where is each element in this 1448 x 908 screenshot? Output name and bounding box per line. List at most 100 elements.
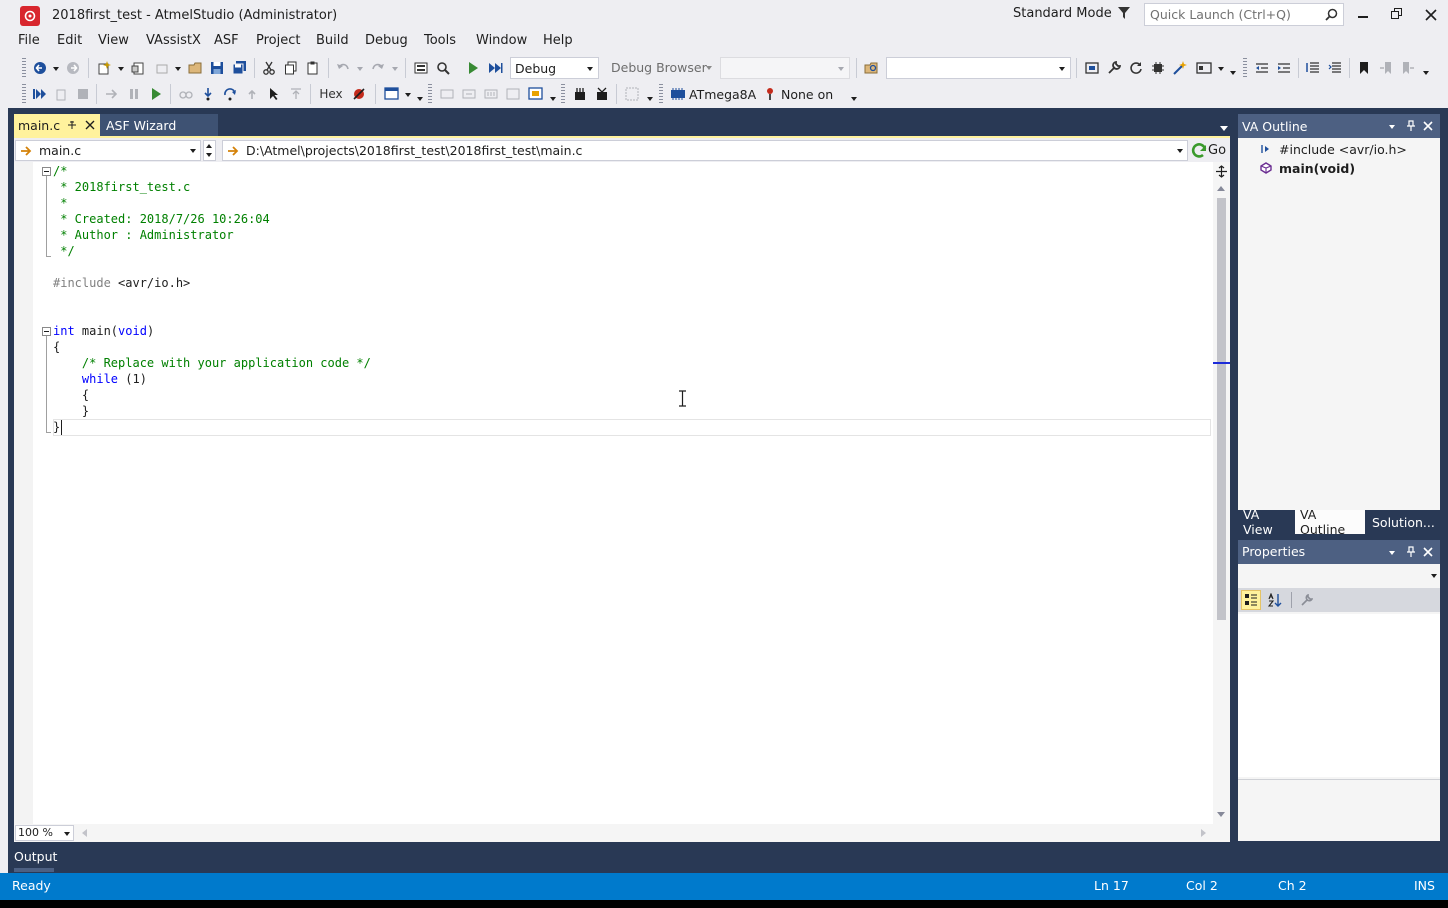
step-out-icon[interactable] — [244, 84, 260, 104]
code-line[interactable]: } — [53, 403, 89, 419]
display-icon[interactable] — [527, 84, 545, 104]
code-line[interactable]: /* Replace with your application code */ — [53, 355, 371, 371]
menu-file[interactable]: File — [18, 33, 40, 48]
toolbar-grip[interactable] — [561, 84, 565, 104]
menu-project[interactable]: Project — [256, 33, 300, 48]
code-line[interactable]: */ — [53, 243, 74, 259]
toolbar-overflow-icon[interactable] — [1423, 71, 1429, 75]
undo-icon[interactable] — [335, 58, 351, 78]
attach-icon[interactable] — [53, 84, 69, 104]
run-icon[interactable] — [148, 84, 164, 104]
panel-menu-icon[interactable] — [1389, 125, 1395, 129]
new-dropdown-icon[interactable] — [118, 67, 124, 71]
chip-icon[interactable] — [1150, 58, 1166, 78]
tool-selector[interactable]: None on — [765, 84, 843, 104]
comment-icon[interactable] — [1305, 58, 1321, 78]
file-combo[interactable]: main.c — [15, 140, 201, 161]
split-icon[interactable] — [1215, 165, 1228, 178]
copy-icon[interactable] — [283, 58, 299, 78]
back-dropdown-icon[interactable] — [53, 67, 59, 71]
new-project-icon[interactable] — [96, 58, 112, 78]
code-line[interactable]: * Created: 2018/7/26 10:26:04 — [53, 211, 270, 227]
layout-dropdown-icon[interactable] — [1218, 67, 1224, 71]
menu-window[interactable]: Window — [476, 33, 527, 48]
new-file-icon[interactable] — [130, 58, 146, 78]
toolbar-grip[interactable] — [1243, 58, 1247, 78]
panel-menu-icon[interactable] — [1389, 551, 1395, 555]
code-area[interactable]: /* * 2018first_test.c * * Created: 2018/… — [53, 162, 1209, 822]
save-all-icon[interactable] — [231, 58, 247, 78]
device-pack-icon[interactable] — [572, 84, 588, 104]
code-line[interactable]: { — [53, 339, 60, 355]
toolbar-overflow-icon[interactable] — [851, 97, 857, 101]
processor-view-icon[interactable] — [505, 84, 521, 104]
close-icon[interactable] — [85, 120, 95, 130]
pin-icon[interactable] — [1406, 120, 1416, 132]
properties-object-combo[interactable] — [1238, 564, 1440, 586]
add-item-dropdown-icon[interactable] — [175, 67, 181, 71]
config-dropdown[interactable]: Debug — [510, 57, 599, 79]
windows-dropdown-icon[interactable] — [405, 93, 411, 97]
tab-solution-explorer[interactable]: Solution... — [1367, 510, 1440, 534]
code-line[interactable]: int main(void) — [53, 323, 154, 339]
uncomment-icon[interactable] — [1327, 58, 1343, 78]
refresh-icon[interactable] — [1128, 58, 1144, 78]
registers-icon[interactable] — [461, 84, 477, 104]
zoom-combo[interactable]: 100 % — [15, 825, 74, 841]
start-debugging-icon[interactable] — [465, 58, 481, 78]
close-icon[interactable] — [1423, 121, 1433, 131]
redo-dropdown-icon[interactable] — [392, 67, 398, 71]
toolbar-grip[interactable] — [22, 58, 26, 78]
window-layout-icon[interactable] — [1195, 58, 1213, 78]
menu-tools[interactable]: Tools — [424, 33, 456, 48]
memory-icon[interactable] — [439, 84, 455, 104]
menu-edit[interactable]: Edit — [57, 33, 82, 48]
code-line[interactable]: } — [53, 419, 60, 435]
stop-icon[interactable] — [75, 84, 91, 104]
menu-vassistx[interactable]: VAssistX — [146, 33, 201, 48]
device-programming-icon[interactable] — [1084, 58, 1100, 78]
add-item-icon[interactable] — [154, 58, 170, 78]
continue-icon[interactable] — [31, 84, 47, 104]
cut-icon[interactable] — [261, 58, 277, 78]
windows-icon[interactable] — [383, 84, 401, 104]
data-visualizer-icon[interactable] — [624, 84, 640, 104]
property-pages-button[interactable] — [1296, 590, 1316, 610]
outline-item-main[interactable]: main(void) — [1260, 159, 1355, 177]
alphabetical-button[interactable] — [1265, 590, 1285, 610]
scroll-thumb[interactable] — [1217, 198, 1226, 620]
menu-debug[interactable]: Debug — [365, 33, 408, 48]
vertical-scrollbar[interactable] — [1213, 162, 1230, 824]
pin-icon[interactable] — [67, 120, 77, 130]
hscroll-left-icon[interactable] — [82, 829, 87, 837]
categorized-button[interactable] — [1241, 590, 1261, 610]
collapse-icon[interactable] — [42, 167, 51, 176]
bookmark-icon[interactable] — [1356, 58, 1372, 78]
menu-view[interactable]: View — [98, 33, 129, 48]
run-to-cursor-icon[interactable] — [266, 84, 282, 104]
close-window-button[interactable] — [1420, 4, 1442, 26]
toolbar-grip[interactable] — [428, 84, 432, 104]
restore-button[interactable] — [1386, 4, 1408, 26]
disassembly-icon[interactable] — [178, 84, 194, 104]
build-icon[interactable] — [413, 58, 429, 78]
show-next-statement-icon[interactable] — [104, 84, 120, 104]
scroll-down-icon[interactable] — [1217, 812, 1225, 817]
tab-main-c[interactable]: main.c — [14, 114, 100, 136]
outline-item-include[interactable]: #include <avr/io.h> — [1260, 140, 1407, 158]
device-selector[interactable]: ATmega8A — [670, 84, 758, 104]
search-combo[interactable] — [886, 57, 1071, 79]
file-spinner[interactable] — [203, 140, 216, 161]
tab-va-outline[interactable]: VA Outline — [1295, 507, 1365, 537]
code-line[interactable]: * 2018first_test.c — [53, 179, 190, 195]
pin-icon[interactable] — [1406, 546, 1416, 558]
io-view-icon[interactable] — [483, 84, 499, 104]
tab-asf-wizard[interactable]: ASF Wizard — [100, 114, 218, 136]
indent-icon[interactable] — [1276, 58, 1292, 78]
back-icon[interactable] — [32, 58, 48, 78]
path-combo[interactable]: D:\Atmel\projects\2018first_test\2018fir… — [222, 140, 1188, 161]
code-line[interactable]: * Author : Administrator — [53, 227, 233, 243]
code-line[interactable]: #include <avr/io.h> — [53, 275, 190, 291]
menu-help[interactable]: Help — [543, 33, 573, 48]
code-line[interactable]: * — [53, 195, 67, 211]
